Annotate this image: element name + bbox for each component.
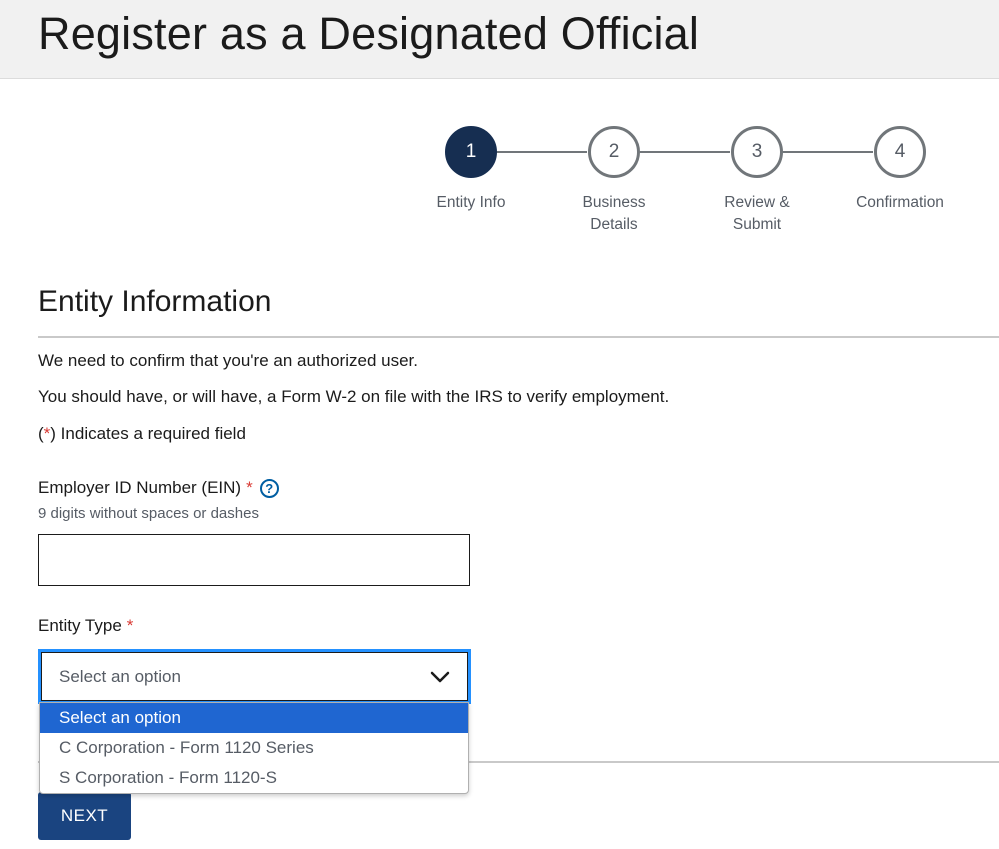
option-c-corporation[interactable]: C Corporation - Form 1120 Series <box>40 733 468 763</box>
ein-hint: 9 digits without spaces or dashes <box>38 505 259 522</box>
step-2-indicator: 2 <box>588 126 640 178</box>
entity-type-label: Entity Type * <box>38 616 133 636</box>
chevron-down-icon <box>430 671 450 683</box>
progress-stepper: 1 2 3 4 Entity Info Business Details Rev… <box>0 0 999 240</box>
section-title: Entity Information <box>38 285 272 318</box>
ein-label-text: Employer ID Number (EIN) <box>38 478 242 497</box>
entity-type-select[interactable]: Select an option <box>38 649 471 704</box>
step-3-label: Review & Submit <box>724 194 790 233</box>
required-field-note: (*) Indicates a required field <box>38 424 246 444</box>
step-4-indicator: 4 <box>874 126 926 178</box>
entity-type-options: Select an option C Corporation - Form 11… <box>39 702 469 794</box>
step-1-label: Entity Info <box>436 194 506 211</box>
option-select-an-option[interactable]: Select an option <box>40 703 468 733</box>
step-4-label: Confirmation <box>856 194 944 211</box>
step-3-indicator: 3 <box>731 126 783 178</box>
ein-label: Employer ID Number (EIN) * ? <box>38 478 279 498</box>
step-2-label: Business Details <box>582 194 646 233</box>
next-button[interactable]: NEXT <box>38 792 131 840</box>
required-note-text: ) Indicates a required field <box>50 424 246 443</box>
option-s-corporation[interactable]: S Corporation - Form 1120-S <box>40 763 468 793</box>
intro-text-2: You should have, or will have, a Form W-… <box>38 387 670 406</box>
ein-input[interactable] <box>38 534 470 586</box>
step-1-indicator: 1 <box>445 126 497 178</box>
step-connector <box>783 151 873 153</box>
intro-text-1: We need to confirm that you're an author… <box>38 351 418 370</box>
section-divider <box>38 336 999 338</box>
step-connector <box>497 151 587 153</box>
step-connector <box>640 151 730 153</box>
ein-required-marker: * <box>246 478 253 497</box>
entity-type-selected-value: Select an option <box>59 666 181 686</box>
entity-type-label-text: Entity Type <box>38 616 122 635</box>
entity-type-required-marker: * <box>126 616 134 635</box>
question-circle-icon[interactable]: ? <box>259 478 279 498</box>
